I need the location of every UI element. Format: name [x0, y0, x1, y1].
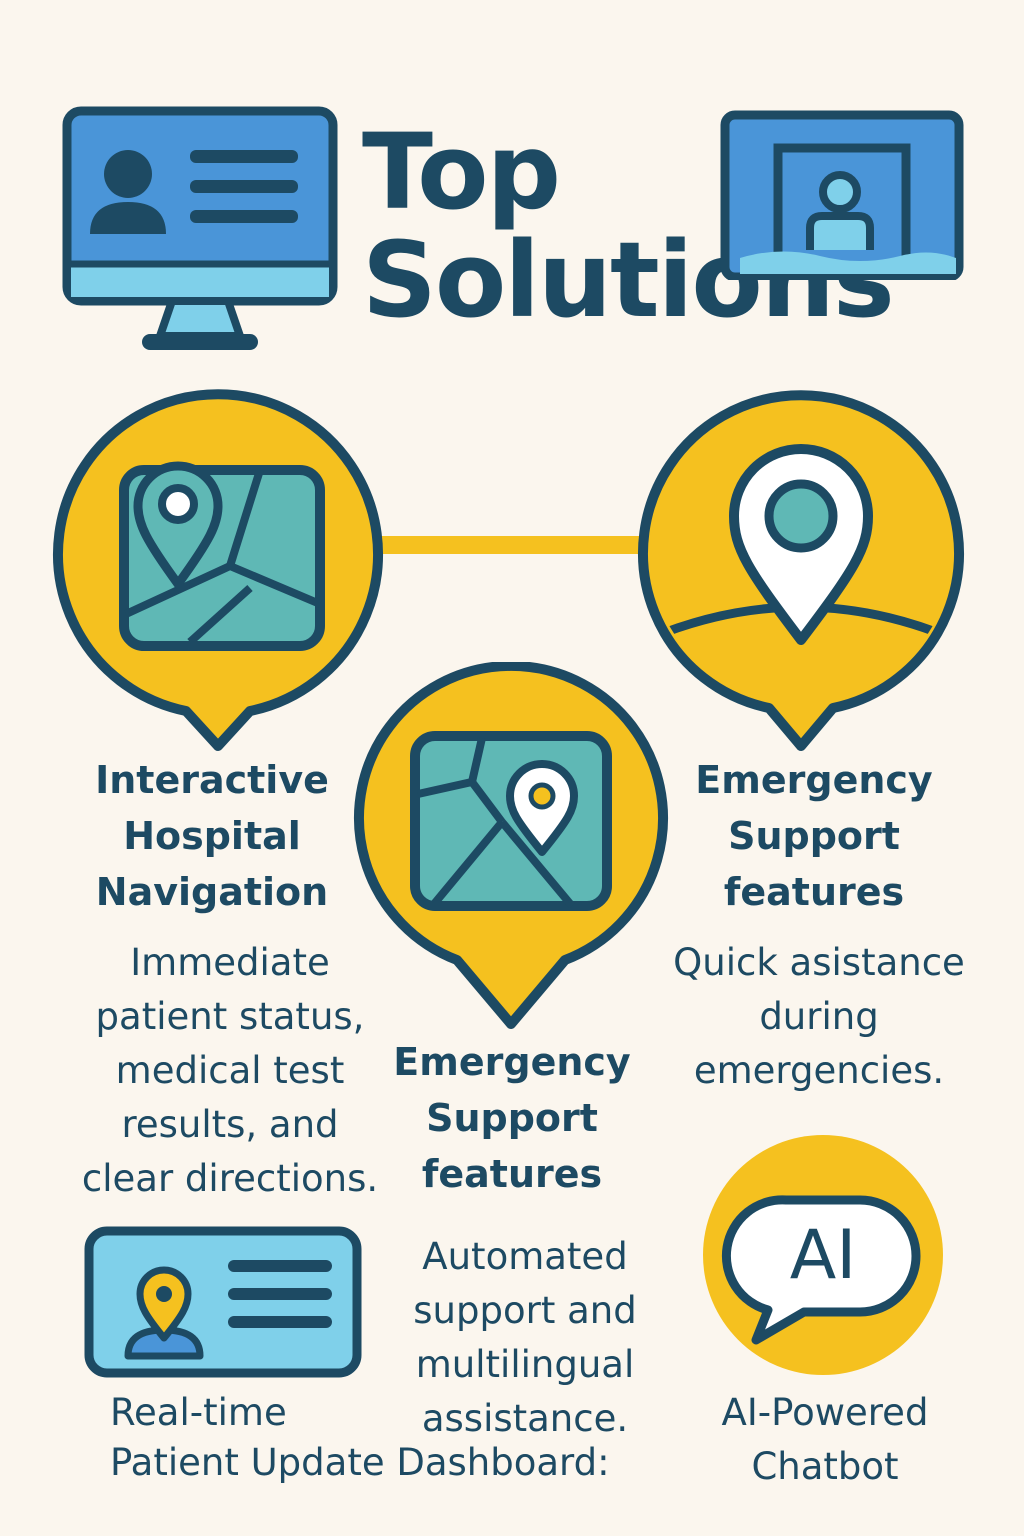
desktop-profile-icon	[62, 106, 338, 356]
emergency-support-description: Quick asistance during emergencies.	[660, 936, 978, 1098]
connector-line	[370, 536, 646, 554]
navigation-heading-line: Hospital	[123, 814, 301, 858]
dashboard-label-line-1: Real-time	[110, 1391, 287, 1434]
emergency-center-description-line: Automated	[422, 1235, 628, 1278]
chatbot-label: AI-Powered Chatbot	[690, 1386, 960, 1494]
emergency-center-description-line: multilingual	[415, 1343, 635, 1386]
navigation-description-line: results, and	[121, 1103, 339, 1146]
emergency-heading-line: Emergency	[695, 758, 933, 802]
emergency-heading-line: Support	[728, 814, 900, 858]
emergency-support-heading: Emergency Support features	[666, 752, 962, 920]
video-call-icon	[720, 110, 964, 280]
navigation-heading-line: Interactive	[95, 758, 329, 802]
navigation-heading: Interactive Hospital Navigation	[72, 752, 352, 920]
emergency-description-line: Quick asistance	[673, 941, 965, 984]
ai-icon-text: AI	[790, 1216, 857, 1295]
navigation-description: Immediate patient status, medical test r…	[62, 936, 398, 1206]
navigation-description-line: patient status,	[95, 995, 365, 1038]
emergency-center-heading-line: features	[421, 1152, 603, 1196]
emergency-center-description-line: support and	[413, 1289, 637, 1332]
patient-card-icon	[84, 1226, 362, 1378]
emergency-description-line: during	[759, 995, 879, 1038]
navigation-description-line: medical test	[115, 1049, 345, 1092]
emergency-support-center-heading: Emergency Support features	[372, 1034, 652, 1202]
chatbot-label-line: AI-Powered	[721, 1391, 929, 1434]
emergency-support-center-description: Automated support and multilingual assis…	[396, 1230, 654, 1446]
ai-chat-icon: AI	[700, 1132, 946, 1378]
emergency-heading-line: features	[723, 870, 905, 914]
navigation-heading-line: Navigation	[95, 870, 329, 914]
location-pin-icon	[636, 386, 966, 752]
chatbot-label-line: Chatbot	[751, 1445, 899, 1488]
navigation-description-line: clear directions.	[81, 1157, 379, 1200]
emergency-center-heading-line: Support	[426, 1096, 598, 1140]
map-pin-icon	[50, 388, 386, 754]
emergency-description-line: emergencies.	[693, 1049, 945, 1092]
map-icon	[352, 662, 670, 1030]
navigation-description-line: Immediate	[130, 941, 330, 984]
emergency-center-heading-line: Emergency	[393, 1040, 631, 1084]
dashboard-label-line-2: Patient Update Dashboard:	[110, 1441, 610, 1484]
